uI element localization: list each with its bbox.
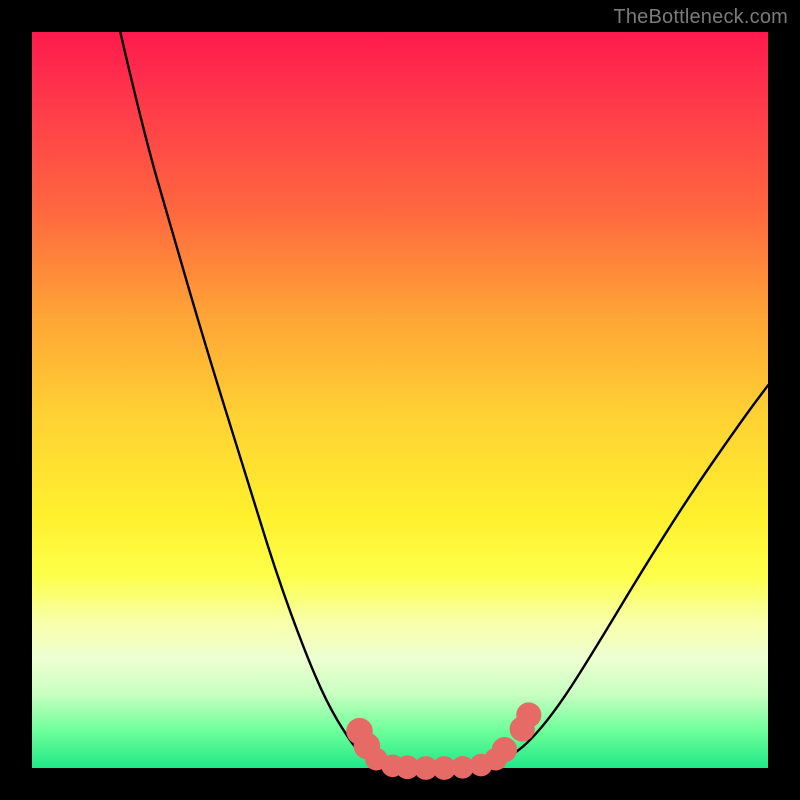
bottleneck-curve bbox=[120, 32, 768, 768]
watermark-text: TheBottleneck.com bbox=[613, 6, 788, 29]
chart-svg bbox=[32, 32, 768, 768]
curve-marker bbox=[492, 737, 517, 762]
curve-marker bbox=[516, 702, 541, 727]
plot-area bbox=[32, 32, 768, 768]
curve-markers bbox=[346, 702, 541, 779]
chart-frame: TheBottleneck.com bbox=[0, 0, 800, 800]
